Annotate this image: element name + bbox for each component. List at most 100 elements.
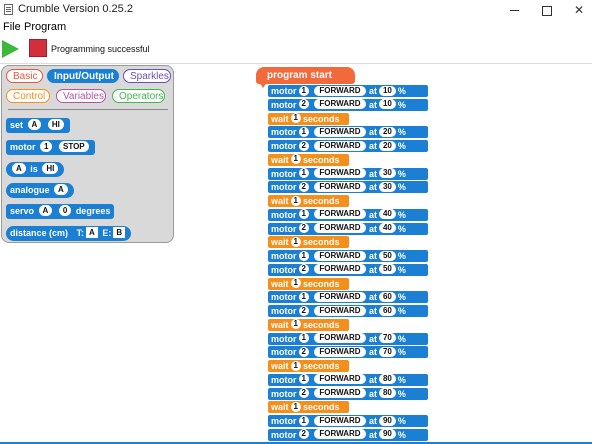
motor-direction[interactable]: FORWARD — [313, 333, 366, 344]
motor-number[interactable]: 2 — [298, 140, 309, 151]
category-variables[interactable]: Variables — [56, 89, 106, 103]
set-pin[interactable]: A — [27, 119, 42, 131]
motor-speed[interactable]: 50 — [378, 250, 396, 261]
motor-speed[interactable]: 80 — [378, 388, 396, 399]
play-icon[interactable] — [2, 40, 19, 58]
motor-direction[interactable]: FORWARD — [313, 388, 366, 399]
motor-block[interactable]: motor 1 FORWARD at 20% — [268, 126, 428, 139]
motor-direction[interactable]: FORWARD — [313, 429, 366, 440]
motor-block[interactable]: motor 2 FORWARD at 20% — [268, 140, 428, 152]
motor-speed[interactable]: 80 — [378, 374, 396, 385]
motor-number[interactable]: 1 — [298, 333, 309, 344]
motor-direction[interactable]: FORWARD — [313, 209, 366, 220]
motor-number[interactable]: 1 — [298, 415, 309, 426]
motor-speed[interactable]: 90 — [378, 415, 396, 426]
motor-block[interactable]: motor 2 FORWARD at 90% — [268, 428, 428, 441]
motor-block[interactable]: motor 2 FORWARD at 50% — [268, 263, 428, 276]
wait-seconds-value[interactable]: 1 — [290, 278, 301, 289]
wait-seconds-value[interactable]: 1 — [290, 195, 301, 206]
motor-number[interactable]: 1 — [298, 168, 309, 179]
motor-number[interactable]: 1 — [40, 141, 53, 153]
motor-number[interactable]: 2 — [298, 305, 309, 316]
motor-number[interactable]: 1 — [298, 126, 309, 137]
wait-block[interactable]: wait 1 seconds — [268, 277, 349, 290]
wait-block[interactable]: wait 1 seconds — [268, 195, 349, 207]
is-pin[interactable]: A — [12, 163, 26, 175]
motor-number[interactable]: 2 — [298, 181, 309, 192]
motor-number[interactable]: 2 — [298, 388, 309, 399]
motor-speed[interactable]: 10 — [378, 99, 396, 110]
motor-number[interactable]: 1 — [298, 209, 309, 220]
stop-icon[interactable] — [29, 39, 47, 57]
distance-e-pin[interactable]: B — [113, 227, 126, 239]
motor-speed[interactable]: 60 — [378, 305, 396, 316]
wait-block[interactable]: wait 1 seconds — [268, 360, 349, 372]
motor-block[interactable]: motor 2 FORWARD at 40% — [268, 222, 428, 235]
category-input-output[interactable]: Input/Output — [47, 69, 119, 83]
motor-number[interactable]: 2 — [298, 429, 309, 440]
motor-block[interactable]: motor 1 FORWARD at 10% — [268, 85, 428, 97]
wait-seconds-value[interactable]: 1 — [290, 154, 301, 165]
menu-program[interactable]: Program — [24, 21, 66, 33]
wait-seconds-value[interactable]: 1 — [290, 236, 301, 247]
wait-block[interactable]: wait 1 seconds — [268, 153, 349, 166]
motor-speed[interactable]: 30 — [378, 168, 396, 179]
category-sparkles[interactable]: Sparkles — [123, 69, 171, 83]
distance-t-pin[interactable]: A — [86, 227, 98, 239]
motor-speed[interactable]: 40 — [378, 223, 396, 234]
wait-block[interactable]: wait 1 seconds — [268, 112, 349, 125]
motor-number[interactable]: 2 — [298, 99, 309, 110]
wait-seconds-value[interactable]: 1 — [290, 401, 301, 412]
motor-direction[interactable]: FORWARD — [313, 140, 366, 151]
motor-number[interactable]: 2 — [298, 346, 309, 357]
motor-number[interactable]: 1 — [298, 85, 309, 96]
wait-block[interactable]: wait 1 seconds — [268, 318, 349, 331]
maximize-button[interactable] — [531, 0, 563, 20]
motor-speed[interactable]: 30 — [378, 181, 396, 192]
motor-speed[interactable]: 40 — [378, 209, 396, 220]
wait-seconds-value[interactable]: 1 — [290, 319, 301, 330]
motor-number[interactable]: 2 — [298, 264, 309, 275]
motor-block[interactable]: motor 1 FORWARD at 70% — [268, 332, 428, 345]
motor-number[interactable]: 2 — [298, 223, 309, 234]
servo-value[interactable]: 0 — [58, 205, 72, 217]
motor-number[interactable]: 1 — [298, 250, 309, 261]
motor-block[interactable]: motor 1 FORWARD at 80% — [268, 373, 428, 386]
motor-number[interactable]: 1 — [298, 291, 309, 302]
motor-block[interactable]: motor 2 FORWARD at 10% — [268, 98, 428, 111]
category-control[interactable]: Control — [6, 89, 50, 103]
motor-block[interactable]: motor 1 FORWARD at 60% — [268, 291, 428, 304]
motor-block[interactable]: motor 2 FORWARD at 70% — [268, 346, 428, 359]
motor-block[interactable]: motor 1 FORWARD at 40% — [268, 208, 428, 221]
category-basic[interactable]: Basic — [6, 69, 43, 83]
motor-direction[interactable]: FORWARD — [313, 85, 366, 96]
motor-speed[interactable]: 10 — [378, 85, 396, 96]
motor-block[interactable]: motor 2 FORWARD at 80% — [268, 387, 428, 400]
motor-number[interactable]: 1 — [298, 374, 309, 385]
motor-block[interactable]: motor 2 FORWARD at 30% — [268, 181, 428, 194]
motor-direction[interactable]: FORWARD — [313, 250, 366, 261]
motor-direction[interactable]: FORWARD — [313, 305, 366, 316]
wait-seconds-value[interactable]: 1 — [290, 360, 301, 371]
motor-block[interactable]: motor 1 FORWARD at 30% — [268, 167, 428, 180]
motor-speed[interactable]: 20 — [378, 126, 396, 137]
set-block[interactable]: set A HI — [6, 118, 70, 133]
motor-speed[interactable]: 70 — [378, 346, 396, 357]
motor-direction[interactable]: FORWARD — [313, 415, 366, 426]
motor-direction[interactable]: FORWARD — [313, 99, 366, 110]
motor-block[interactable]: motor 2 FORWARD at 60% — [268, 305, 428, 317]
servo-block[interactable]: servo A 0 degrees — [6, 204, 115, 219]
motor-direction[interactable]: FORWARD — [313, 291, 366, 302]
distance-block[interactable]: distance (cm) T: A E: B — [6, 226, 132, 241]
menu-file[interactable]: File — [3, 21, 21, 33]
motor-direction[interactable]: STOP — [58, 141, 89, 153]
motor-direction[interactable]: FORWARD — [313, 374, 366, 385]
motor-block[interactable]: motor 1 STOP — [6, 140, 95, 155]
servo-pin[interactable]: A — [38, 205, 53, 217]
close-button[interactable]: ✕ — [563, 0, 592, 20]
motor-speed[interactable]: 60 — [378, 291, 396, 302]
motor-speed[interactable]: 90 — [378, 429, 396, 440]
category-operators[interactable]: Operators — [112, 89, 165, 103]
wait-seconds-value[interactable]: 1 — [290, 113, 301, 124]
motor-direction[interactable]: FORWARD — [313, 223, 366, 234]
